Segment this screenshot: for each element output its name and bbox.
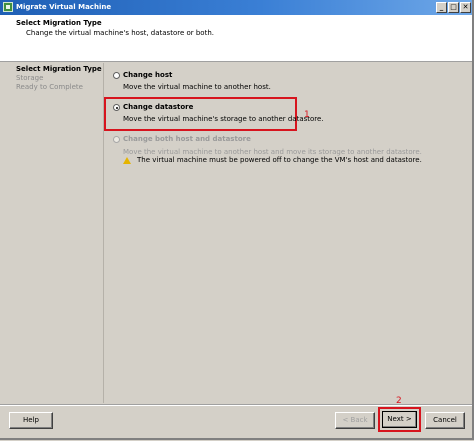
change-both-label: Change both host and datastore — [123, 135, 251, 143]
power-off-warning: The virtual machine must be powered off … — [137, 156, 422, 164]
warning-icon — [123, 157, 131, 164]
minimize-icon[interactable]: _ — [436, 2, 447, 13]
close-icon[interactable]: ✕ — [460, 2, 471, 13]
maximize-icon[interactable]: □ — [448, 2, 459, 13]
change-datastore-label[interactable]: Change datastore — [123, 103, 193, 111]
migration-options-panel: Change host Move the virtual machine to … — [104, 63, 469, 403]
step-select-migration-type: Select Migration Type — [16, 65, 102, 73]
step-storage: Storage — [16, 74, 44, 82]
change-host-label[interactable]: Change host — [123, 71, 172, 79]
cancel-button[interactable]: Cancel — [425, 412, 465, 429]
help-button[interactable]: Help — [9, 412, 53, 429]
change-datastore-description: Move the virtual machine's storage to an… — [123, 115, 324, 123]
wizard-footer: Help < Back 2 Next > Cancel — [0, 396, 474, 441]
change-datastore-radio[interactable] — [113, 104, 120, 111]
step-ready-to-complete: Ready to Complete — [16, 83, 83, 91]
change-host-radio[interactable] — [113, 72, 120, 79]
wizard-steps-sidebar: Select Migration Type Storage Ready to C… — [5, 63, 104, 403]
vm-app-icon — [3, 2, 13, 12]
change-both-radio — [113, 136, 120, 143]
back-button: < Back — [335, 412, 375, 429]
annotation-marker-2: 2 — [396, 396, 402, 406]
wizard-header: Select Migration Type Change the virtual… — [0, 15, 474, 62]
annotation-marker-1: 1 — [304, 110, 310, 120]
window-title: Migrate Virtual Machine — [16, 3, 112, 11]
next-button[interactable]: Next > — [382, 411, 417, 428]
change-host-description: Move the virtual machine to another host… — [123, 83, 271, 91]
change-both-description: Move the virtual machine to another host… — [123, 148, 422, 156]
page-title: Select Migration Type — [16, 19, 102, 27]
page-subtitle: Change the virtual machine's host, datas… — [26, 29, 214, 37]
window-title-bar[interactable]: Migrate Virtual Machine _ □ ✕ — [0, 0, 474, 15]
